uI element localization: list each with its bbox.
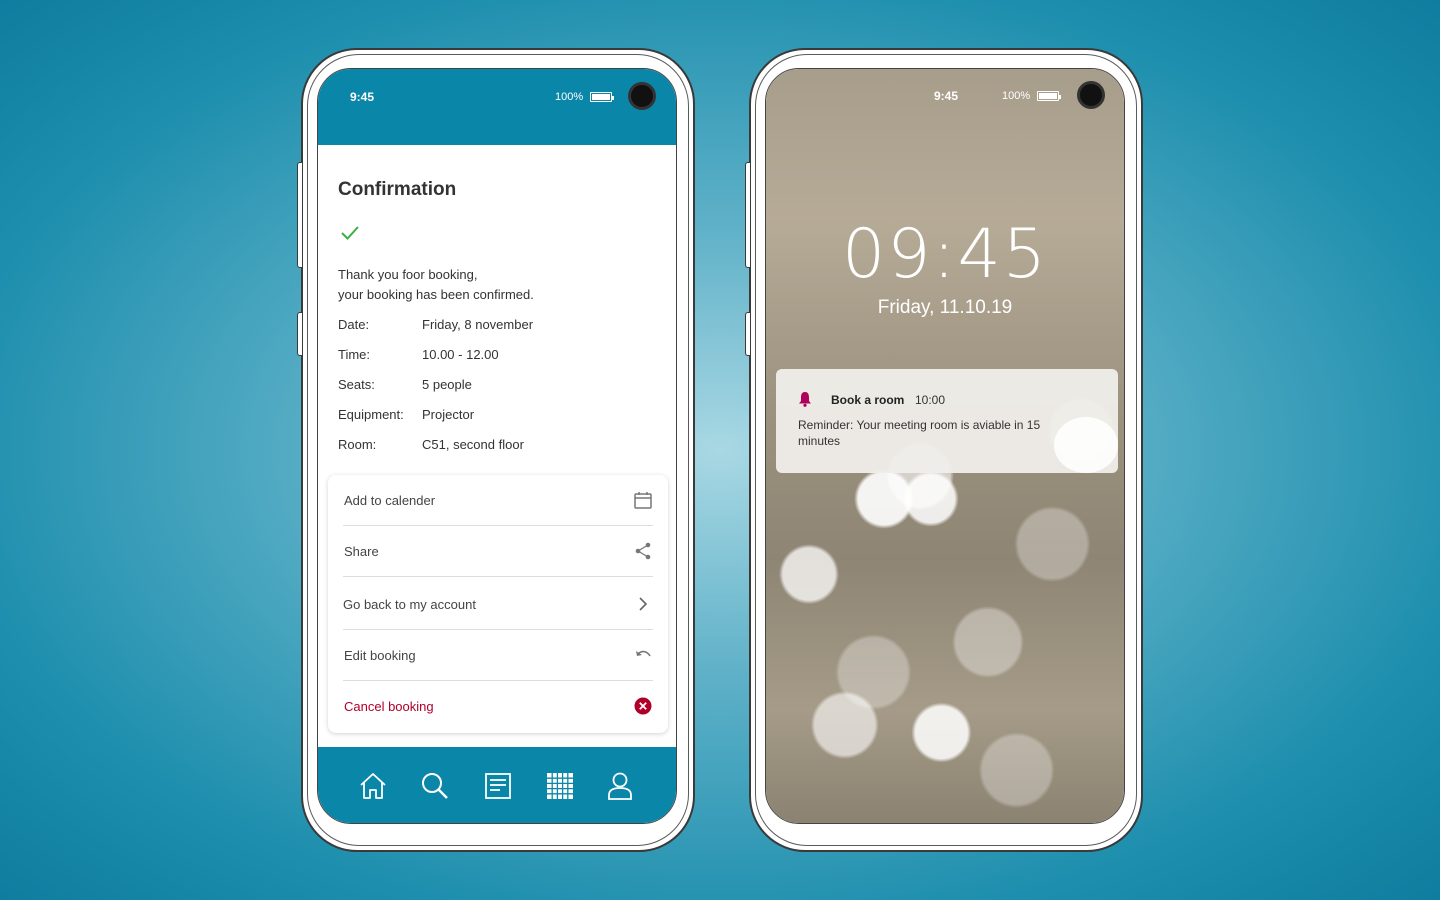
notification-time: 10:00 (915, 393, 946, 407)
bottom-nav (318, 747, 676, 823)
document-icon[interactable] (483, 771, 513, 801)
chevron-right-icon (639, 597, 648, 611)
checkmark-icon (341, 226, 359, 240)
lock-screen: 9:45 100% 09:45 Friday, 11.10.19 Book a … (765, 68, 1125, 824)
action-label: Add to calender (344, 493, 436, 508)
volume-button (745, 162, 750, 268)
confirmation-message: Thank you foor booking, your booking has… (338, 265, 534, 305)
detail-value: C51, second floor (422, 437, 524, 452)
action-label: Edit booking (344, 648, 416, 663)
battery-percent: 100% (555, 91, 584, 103)
cancel-booking-button[interactable]: Cancel booking (343, 681, 653, 732)
phone-booking-confirmation: 9:45 100% Confirmation Thank you foor bo… (297, 48, 695, 852)
calendar-icon (634, 492, 652, 509)
status-time: 9:45 (350, 90, 375, 104)
action-label: Go back to my account (343, 597, 476, 612)
go-to-account-button[interactable]: Go back to my account (343, 579, 653, 630)
home-icon[interactable] (358, 771, 388, 801)
notification-app-name: Book a room (831, 393, 905, 407)
phone-lock-screen: 9:45 100% 09:45 Friday, 11.10.19 Book a … (745, 48, 1143, 852)
battery-icon (590, 92, 614, 102)
bell-icon (799, 392, 811, 407)
battery-percent: 100% (1002, 90, 1031, 102)
reminder-notification[interactable]: Book a room 10:00 Reminder: Your meeting… (776, 369, 1118, 473)
volume-button (297, 162, 302, 268)
search-icon[interactable] (420, 771, 450, 801)
detail-value: 5 people (422, 377, 472, 392)
battery-icon (1037, 91, 1061, 101)
cancel-circle-icon (634, 697, 652, 715)
share-icon (635, 542, 651, 560)
grid-icon[interactable] (545, 771, 575, 801)
confirmation-content: Confirmation Thank you foor booking, you… (318, 145, 676, 747)
detail-label: Time: (338, 347, 371, 362)
phone-screen: 9:45 100% Confirmation Thank you foor bo… (317, 68, 677, 824)
undo-icon (636, 650, 651, 657)
actions-card: Add to calender Share Go back to my acco… (328, 475, 668, 733)
share-button[interactable]: Share (343, 526, 653, 577)
page-title: Confirmation (338, 179, 457, 200)
confirmation-line-2: your booking has been confirmed. (338, 287, 534, 302)
lock-clock: 09:45 (842, 215, 1048, 294)
detail-value: Friday, 8 november (422, 317, 534, 332)
power-button (745, 312, 750, 356)
detail-label: Date: (338, 317, 370, 332)
detail-value: Projector (422, 407, 475, 422)
status-time: 9:45 (934, 89, 959, 103)
edit-booking-button[interactable]: Edit booking (343, 630, 653, 681)
detail-label: Equipment: (338, 407, 404, 422)
action-label: Cancel booking (344, 699, 434, 714)
power-button (297, 312, 302, 356)
detail-value: 10.00 - 12.00 (422, 347, 499, 362)
confirmation-line-1: Thank you foor booking, (338, 267, 478, 282)
action-label: Share (344, 544, 379, 559)
bokeh-highlight (1054, 417, 1118, 473)
user-icon[interactable] (605, 771, 635, 801)
detail-label: Room: (338, 437, 377, 452)
detail-label: Seats: (338, 377, 375, 392)
add-to-calendar-button[interactable]: Add to calender (343, 475, 653, 526)
status-bar: 9:45 100% (318, 69, 676, 145)
notification-body: Reminder: Your meeting room is aviable i… (798, 418, 1041, 448)
lock-date: Friday, 11.10.19 (877, 297, 1013, 318)
camera-icon (628, 82, 656, 110)
camera-icon (1077, 81, 1105, 109)
